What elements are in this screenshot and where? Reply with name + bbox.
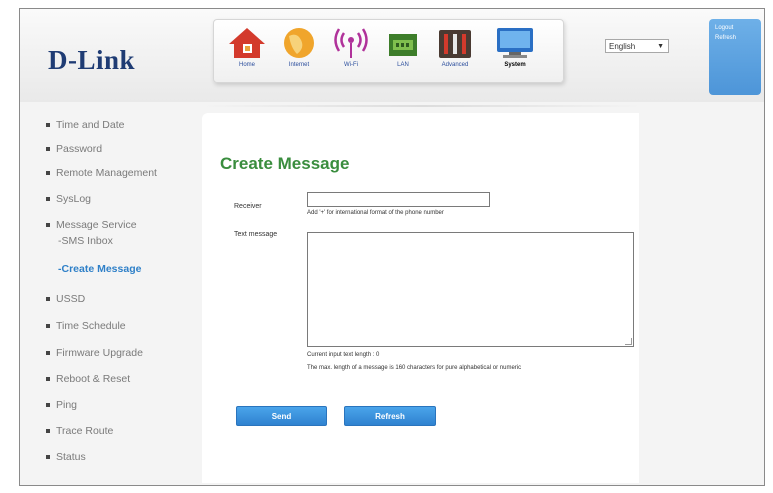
content-divider bbox=[202, 105, 642, 107]
sidebar-item-label: Firmware Upgrade bbox=[56, 347, 143, 359]
sidebar-item-trace-route[interactable]: Trace Route bbox=[46, 425, 113, 437]
main-content: Create Message Receiver Add '+' for inte… bbox=[202, 113, 639, 483]
nav-label: Wi-Fi bbox=[344, 62, 358, 68]
sidebar-item-create-message[interactable]: -Create Message bbox=[58, 263, 141, 275]
sidebar-item-label: USSD bbox=[56, 293, 86, 305]
language-select[interactable]: English ▼ bbox=[605, 39, 669, 53]
nav-wifi[interactable]: Wi-Fi bbox=[326, 26, 376, 78]
bullet-icon bbox=[46, 455, 50, 460]
dlink-logo: D-Link bbox=[48, 45, 136, 75]
tools-icon bbox=[439, 30, 471, 58]
bullet-icon bbox=[46, 429, 50, 434]
language-selected-value: English bbox=[609, 42, 636, 51]
bullet-icon bbox=[46, 377, 50, 382]
sidebar-item-message-service[interactable]: Message Service bbox=[46, 219, 137, 231]
nav-home[interactable]: Home bbox=[222, 26, 272, 78]
sidebar-item-label: Password bbox=[56, 143, 103, 155]
nav-label: LAN bbox=[397, 62, 409, 68]
page-title: Create Message bbox=[220, 154, 350, 173]
sidebar-item-ping[interactable]: Ping bbox=[46, 399, 77, 411]
computer-icon bbox=[497, 28, 533, 58]
nav-internet[interactable]: Internet bbox=[274, 26, 324, 78]
nav-label: Internet bbox=[288, 62, 310, 68]
nav-label: Advanced bbox=[441, 62, 469, 68]
sidebar-item-label: Remote Management bbox=[56, 167, 157, 179]
sidebar-item-firmware-upgrade[interactable]: Firmware Upgrade bbox=[46, 347, 143, 359]
sidebar-item-label: -Create Message bbox=[58, 263, 142, 275]
bullet-icon bbox=[46, 297, 50, 302]
sidebar-item-label: Trace Route bbox=[56, 425, 114, 437]
refresh-link[interactable]: Refresh bbox=[709, 35, 761, 41]
nav-label: Home bbox=[238, 62, 255, 68]
sidebar-item-syslog[interactable]: SysLog bbox=[46, 193, 91, 205]
sidebar-item-time-schedule[interactable]: Time Schedule bbox=[46, 320, 126, 332]
header-bar: D-Link Home Internet Wi-Fi LAN Advanced … bbox=[20, 9, 764, 102]
bullet-icon bbox=[46, 351, 50, 356]
bullet-icon bbox=[46, 123, 50, 128]
sidebar-item-label: Ping bbox=[56, 399, 78, 411]
sidebar-item-sms-inbox[interactable]: -SMS Inbox bbox=[58, 235, 113, 247]
text-message-label: Text message bbox=[234, 231, 278, 238]
bullet-icon bbox=[46, 197, 50, 202]
globe-icon bbox=[284, 28, 314, 58]
home-icon bbox=[229, 28, 265, 58]
receiver-hint: Add '+' for international format of the … bbox=[307, 210, 444, 216]
bullet-icon bbox=[46, 403, 50, 408]
sidebar-item-label: -SMS Inbox bbox=[58, 235, 113, 247]
current-length-text: Current input text length : 0 bbox=[307, 352, 380, 358]
sidebar-item-label: SysLog bbox=[56, 193, 92, 205]
sidebar-item-label: Status bbox=[56, 451, 86, 463]
lan-icon bbox=[389, 34, 417, 56]
bullet-icon bbox=[46, 324, 50, 329]
max-length-text: The max. length of a message is 160 char… bbox=[307, 365, 522, 371]
sidebar-item-reboot-reset[interactable]: Reboot & Reset bbox=[46, 373, 130, 385]
sidebar-item-label: Time Schedule bbox=[56, 320, 126, 332]
sidebar-item-ussd[interactable]: USSD bbox=[46, 293, 85, 305]
receiver-label: Receiver bbox=[234, 203, 262, 210]
receiver-input[interactable] bbox=[307, 192, 490, 207]
nav-advanced[interactable]: Advanced bbox=[430, 26, 480, 78]
chevron-down-icon: ▼ bbox=[657, 43, 664, 50]
sidebar-menu: Time and Date Password Remote Management… bbox=[20, 109, 200, 479]
sidebar-item-status[interactable]: Status bbox=[46, 451, 86, 463]
wifi-icon bbox=[334, 28, 368, 58]
sidebar-item-time-and-date[interactable]: Time and Date bbox=[46, 119, 124, 131]
nav-lan[interactable]: LAN bbox=[378, 26, 428, 78]
sidebar-item-label: Message Service bbox=[56, 219, 137, 231]
nav-system[interactable]: System bbox=[484, 26, 546, 78]
sidebar-item-label: Reboot & Reset bbox=[56, 373, 131, 385]
bullet-icon bbox=[46, 171, 50, 176]
main-navigation: Home Internet Wi-Fi LAN Advanced System bbox=[213, 19, 564, 83]
resize-grip-icon[interactable] bbox=[625, 338, 632, 345]
logout-link[interactable]: Logout bbox=[709, 25, 761, 31]
sidebar-item-password[interactable]: Password bbox=[46, 143, 102, 155]
bullet-icon bbox=[46, 223, 50, 228]
text-message-textarea[interactable] bbox=[307, 232, 634, 347]
router-admin-window: D-Link Home Internet Wi-Fi LAN Advanced … bbox=[19, 8, 765, 486]
account-panel: Logout Refresh bbox=[709, 19, 761, 95]
sidebar-item-remote-management[interactable]: Remote Management bbox=[46, 167, 157, 179]
bullet-icon bbox=[46, 147, 50, 152]
sidebar-item-label: Time and Date bbox=[56, 119, 125, 131]
send-button[interactable]: Send bbox=[236, 406, 327, 426]
nav-label: System bbox=[504, 62, 526, 68]
refresh-button[interactable]: Refresh bbox=[344, 406, 436, 426]
